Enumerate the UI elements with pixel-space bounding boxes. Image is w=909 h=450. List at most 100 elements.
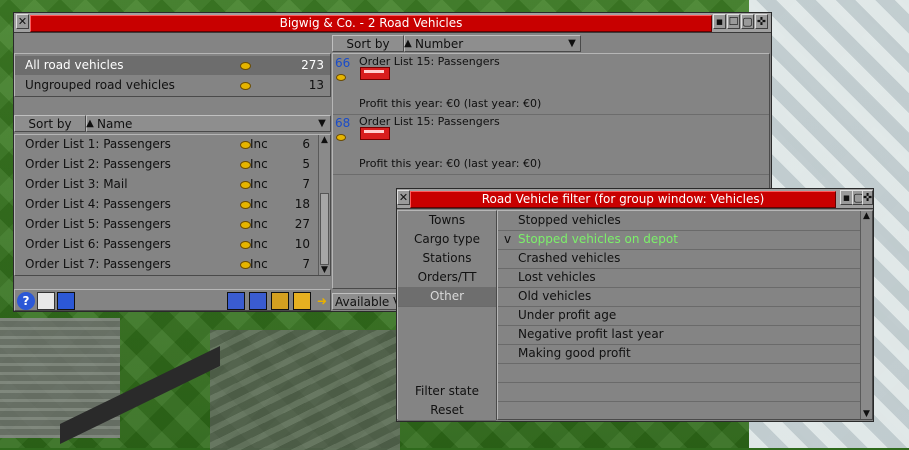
maximize-window-icon[interactable]: ☐ xyxy=(727,14,740,29)
group-count: 27 xyxy=(294,217,310,231)
group-name: Order List 5: Passengers xyxy=(25,217,171,231)
group-toolbar: ? ➜ xyxy=(14,289,331,311)
collapse-window-icon[interactable]: ▪ xyxy=(713,14,726,29)
filter-lost-vehicles[interactable]: Lost vehicles xyxy=(498,268,860,288)
group-sort-value: Name xyxy=(97,117,133,131)
group-tag: Inc xyxy=(250,237,268,251)
bus-icon xyxy=(360,127,390,140)
filter-label: Making good profit xyxy=(518,346,631,360)
filter-window-title: Road Vehicle filter (for group window: V… xyxy=(410,191,836,208)
group-tag: Inc xyxy=(250,257,268,271)
filter-state-row xyxy=(498,382,860,402)
filter-under-profit-age[interactable]: Under profit age xyxy=(498,306,860,326)
group-name: Order List 2: Passengers xyxy=(25,157,171,171)
bus-icon xyxy=(360,67,390,80)
scroll-up-icon[interactable]: ▲ xyxy=(319,135,330,145)
group-name: Order List 3: Mail xyxy=(25,177,128,191)
vehicle-sort-by-button[interactable]: Sort by xyxy=(332,35,404,52)
road-vehicle-icon xyxy=(240,62,251,70)
replace-protection-icon[interactable] xyxy=(271,292,289,310)
filter-options: Stopped vehicles v Stopped vehicles on de… xyxy=(497,210,873,420)
list-item[interactable]: Order List 5: Passengers Inc 27 xyxy=(15,215,316,234)
group-tag: Inc xyxy=(250,137,268,151)
filter-scrollbar[interactable]: ▲ ▼ xyxy=(860,211,872,419)
collapse-groups-icon[interactable] xyxy=(293,292,311,310)
group-sort-by-button[interactable]: Sort by xyxy=(14,115,86,132)
list-item[interactable]: Order List 4: Passengers Inc 18 xyxy=(15,195,316,214)
filter-label: Negative profit last year xyxy=(518,327,664,341)
pin-window-icon[interactable]: ✜ xyxy=(755,14,768,29)
vehicle-status-icon xyxy=(336,74,346,81)
rename-group-icon[interactable] xyxy=(249,292,267,310)
category-orders-tt[interactable]: Orders/TT xyxy=(398,268,496,288)
checkmark-icon: v xyxy=(504,232,512,246)
filter-label: Stopped vehicles on depot xyxy=(518,232,678,246)
group-label: All road vehicles xyxy=(25,58,124,72)
group-count: 273 xyxy=(301,58,324,72)
list-item[interactable]: Order List 1: Passengers Inc 6 xyxy=(15,135,316,154)
category-cargo-type[interactable]: Cargo type xyxy=(398,230,496,250)
group-sort-dropdown[interactable]: ▲ Name ▼ xyxy=(86,115,331,132)
scroll-down-icon[interactable]: ▼ xyxy=(319,265,330,275)
vehicles-window-title: Bigwig & Co. - 2 Road Vehicles xyxy=(30,15,712,32)
help-icon[interactable]: ? xyxy=(17,292,35,310)
vehicles-titlebar[interactable]: ✕ Bigwig & Co. - 2 Road Vehicles ▪ ☐ ▢ ✜ xyxy=(14,13,771,33)
scroll-thumb[interactable] xyxy=(320,193,329,265)
filter-crashed-vehicles[interactable]: Crashed vehicles xyxy=(498,249,860,269)
create-group-icon[interactable] xyxy=(57,292,75,310)
road-vehicle-filter-window: ✕ Road Vehicle filter (for group window:… xyxy=(396,188,874,422)
chevron-down-icon: ▼ xyxy=(568,38,576,49)
group-count: 7 xyxy=(302,177,310,191)
filter-state-button[interactable]: Filter state xyxy=(398,382,496,402)
filter-stopped-on-depot[interactable]: v Stopped vehicles on depot xyxy=(498,230,860,250)
category-towns[interactable]: Towns xyxy=(398,211,496,231)
scroll-up-icon[interactable]: ▲ xyxy=(861,211,872,221)
vehicle-sort-value: Number xyxy=(415,37,464,51)
chevron-down-icon: ▼ xyxy=(318,118,326,129)
category-stations[interactable]: Stations xyxy=(398,249,496,269)
group-name: Order List 6: Passengers xyxy=(25,237,171,251)
group-count: 5 xyxy=(302,157,310,171)
reset-button[interactable]: Reset xyxy=(398,401,496,421)
close-window-icon[interactable]: ✕ xyxy=(397,190,410,205)
group-ungrouped-road-vehicles[interactable]: Ungrouped road vehicles 13 xyxy=(15,76,330,95)
vehicle-sort-dropdown[interactable]: ▲ Number ▼ xyxy=(404,35,581,52)
stack-window-icon[interactable]: ▢ xyxy=(741,14,754,29)
filter-label: Lost vehicles xyxy=(518,270,596,284)
groups-summary: All road vehicles 273 Ungrouped road veh… xyxy=(14,53,331,97)
vehicle-status-icon xyxy=(336,134,346,141)
group-tag: Inc xyxy=(250,157,268,171)
filter-negative-profit[interactable]: Negative profit last year xyxy=(498,325,860,345)
pin-window-icon[interactable]: ✜ xyxy=(862,190,873,205)
group-name: Order List 1: Passengers xyxy=(25,137,171,151)
list-item[interactable]: Order List 2: Passengers Inc 5 xyxy=(15,155,316,174)
list-item[interactable]: Order List 7: Passengers Inc 7 xyxy=(15,255,316,274)
group-count: 13 xyxy=(308,78,324,92)
group-list-scrollbar[interactable]: ▲ ▼ xyxy=(318,135,330,275)
filter-making-good-profit[interactable]: Making good profit xyxy=(498,344,860,364)
group-count: 10 xyxy=(294,237,310,251)
close-window-icon[interactable]: ✕ xyxy=(16,14,29,29)
filter-titlebar[interactable]: ✕ Road Vehicle filter (for group window:… xyxy=(397,189,873,209)
list-item[interactable]: Order List 6: Passengers Inc 10 xyxy=(15,235,316,254)
filter-old-vehicles[interactable]: Old vehicles xyxy=(498,287,860,307)
list-item[interactable]: Order List 3: Mail Inc 7 xyxy=(15,175,316,194)
group-tag: Inc xyxy=(250,197,268,211)
arrow-right-icon[interactable]: ➜ xyxy=(313,292,331,310)
filter-empty-row xyxy=(498,363,860,383)
filter-stopped-vehicles[interactable]: Stopped vehicles xyxy=(498,211,860,231)
vehicle-row[interactable]: 68 Order List 15: Passengers Profit this… xyxy=(333,114,769,175)
group-count: 18 xyxy=(294,197,310,211)
scroll-down-icon[interactable]: ▼ xyxy=(861,409,872,419)
group-tag: Inc xyxy=(250,217,268,231)
group-all-road-vehicles[interactable]: All road vehicles 273 xyxy=(15,56,330,75)
filter-label: Old vehicles xyxy=(518,289,592,303)
vehicle-number: 66 xyxy=(335,56,351,70)
group-tag: Inc xyxy=(250,177,268,191)
road-vehicle-icon xyxy=(240,82,251,90)
category-other[interactable]: Other xyxy=(398,287,496,307)
vehicle-profit: Profit this year: €0 (last year: €0) xyxy=(359,157,542,170)
vehicle-row[interactable]: 66 Order List 15: Passengers Profit this… xyxy=(333,54,769,115)
delete-group-icon[interactable] xyxy=(227,292,245,310)
vehicle-list-icon[interactable] xyxy=(37,292,55,310)
